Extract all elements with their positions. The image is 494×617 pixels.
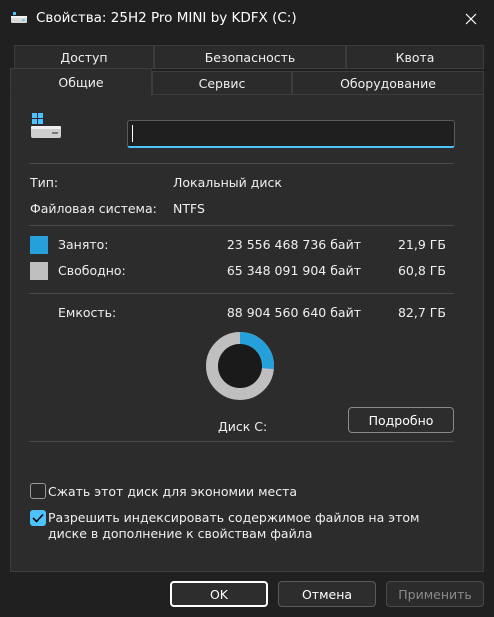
tab-hardware[interactable]: Оборудование <box>292 71 484 95</box>
index-label-line1: Разрешить индексировать содержимое файло… <box>48 510 420 525</box>
volume-name-input[interactable] <box>127 120 455 148</box>
tab-general[interactable]: Общие <box>10 68 152 96</box>
general-tab-panel: Тип: Локальный диск Файловая система: NT… <box>10 94 484 572</box>
details-button[interactable]: Подробно <box>348 407 454 433</box>
divider <box>29 293 454 294</box>
used-bytes: 23 556 468 736 байт <box>226 237 361 252</box>
index-checkbox[interactable] <box>30 510 46 526</box>
compress-checkbox[interactable] <box>30 483 46 499</box>
checkmark-icon <box>32 513 44 523</box>
window-title: Свойства: 25H2 Pro MINI by KDFX (C:) <box>36 10 297 26</box>
tab-strip: Доступ Безопасность Квота Сервис Оборудо… <box>10 45 484 96</box>
capacity-bytes: 88 904 560 640 байт <box>226 305 361 320</box>
divider <box>29 441 454 442</box>
free-short: 60,8 ГБ <box>397 263 446 278</box>
text-caret <box>132 125 133 142</box>
type-value: Локальный диск <box>173 175 282 190</box>
disk-usage-donut <box>206 332 274 400</box>
tab-tools[interactable]: Сервис <box>152 71 292 95</box>
tab-security[interactable]: Безопасность <box>154 45 346 69</box>
capacity-short: 82,7 ГБ <box>397 305 446 320</box>
index-label-line2: диске в дополнение к свойствам файла <box>48 526 313 541</box>
capacity-label: Емкость: <box>58 305 117 320</box>
drive-icon <box>11 12 27 23</box>
tab-sharing[interactable]: Доступ <box>14 45 154 69</box>
free-space-swatch <box>30 262 48 280</box>
filesystem-label: Файловая система: <box>30 201 157 216</box>
close-icon <box>465 13 477 25</box>
free-label: Свободно: <box>58 263 126 278</box>
tab-quota[interactable]: Квота <box>346 45 484 69</box>
apply-button[interactable]: Применить <box>386 581 484 607</box>
used-short: 21,9 ГБ <box>397 237 446 252</box>
donut-center <box>218 344 262 388</box>
title-bar: Свойства: 25H2 Pro MINI by KDFX (C:) <box>0 0 494 38</box>
divider <box>29 163 454 164</box>
free-bytes: 65 348 091 904 байт <box>226 263 361 278</box>
divider <box>29 225 454 226</box>
compress-label: Сжать этот диск для экономии места <box>48 484 298 499</box>
filesystem-value: NTFS <box>173 201 205 216</box>
local-disk-icon <box>31 113 61 138</box>
disk-label: Диск C: <box>218 419 268 434</box>
used-label: Занято: <box>58 237 109 252</box>
ok-button[interactable]: OK <box>170 581 268 607</box>
type-label: Тип: <box>30 175 59 190</box>
used-space-swatch <box>30 236 48 254</box>
cancel-button[interactable]: Отмена <box>278 581 376 607</box>
close-button[interactable] <box>448 0 494 38</box>
